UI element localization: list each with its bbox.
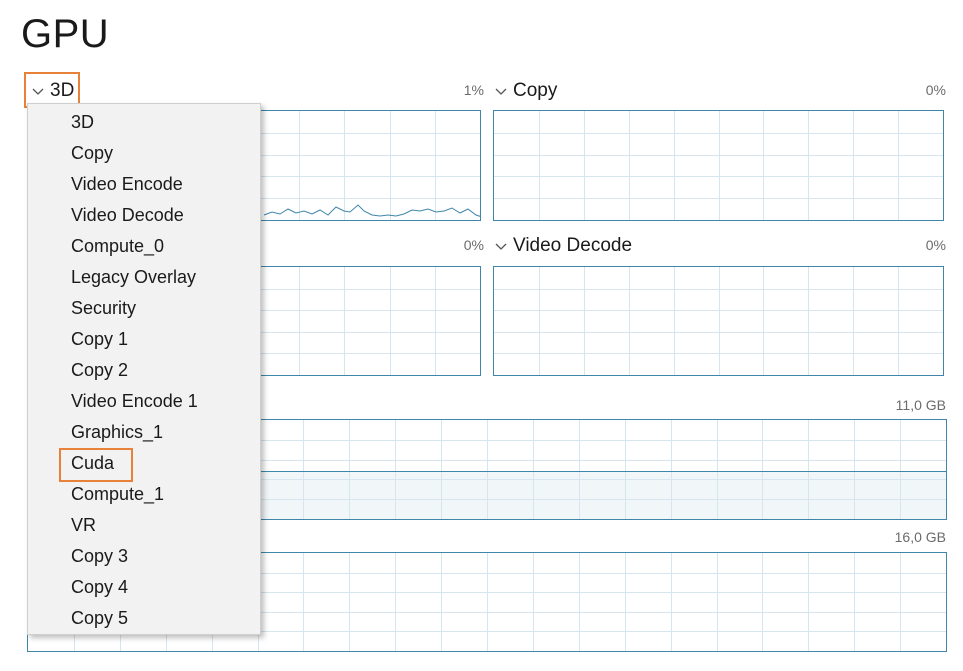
engine-percent-3d: 1%: [463, 82, 484, 98]
graph-copy: [493, 110, 944, 221]
utilization-trace: [263, 204, 480, 217]
dropdown-item-security[interactable]: Security: [28, 293, 260, 324]
dropdown-item-label: Video Decode: [71, 205, 184, 225]
chevron-down-icon: [30, 83, 46, 99]
page-title: GPU: [21, 12, 110, 56]
dropdown-item-label: Cuda: [71, 453, 115, 473]
graph-grid: [494, 111, 943, 220]
dropdown-item-label: Copy 2: [71, 360, 129, 380]
engine-selector-copy[interactable]: Copy: [493, 78, 557, 104]
dropdown-item-copy[interactable]: Copy: [28, 138, 260, 169]
dropdown-item-label: Legacy Overlay: [71, 267, 197, 287]
memory-max-shared: 16,0 GB: [894, 529, 946, 545]
dropdown-item-cuda[interactable]: Cuda: [28, 448, 260, 479]
chevron-down-icon: [493, 83, 509, 99]
dropdown-item-label: Copy 3: [71, 546, 129, 566]
dropdown-item-video-encode-1[interactable]: Video Encode 1: [28, 386, 260, 417]
graph-grid: [494, 267, 943, 375]
dropdown-item-3d[interactable]: 3D: [28, 107, 260, 138]
dropdown-item-copy-3[interactable]: Copy 3: [28, 541, 260, 572]
engine-dropdown-menu: 3D Copy Video Encode Video Decode Compute_0 L…: [27, 103, 261, 635]
dropdown-item-video-decode[interactable]: Video Decode: [28, 200, 260, 231]
dropdown-item-label: Copy: [71, 143, 114, 163]
dropdown-item-video-encode[interactable]: Video Encode: [28, 169, 260, 200]
dropdown-item-copy-4[interactable]: Copy 4: [28, 572, 260, 603]
engine-percent-third: 0%: [463, 237, 484, 253]
engine-percent-video-decode: 0%: [925, 237, 946, 253]
dropdown-item-label: Compute_0: [71, 236, 165, 256]
dropdown-item-label: Copy 5: [71, 608, 129, 628]
dropdown-item-label: 3D: [71, 112, 95, 132]
dropdown-item-label: Video Encode 1: [71, 391, 198, 411]
engine-selector-video-decode[interactable]: Video Decode: [493, 233, 632, 259]
dropdown-item-label: Compute_1: [71, 484, 165, 504]
dropdown-item-graphics-1[interactable]: Graphics_1: [28, 417, 260, 448]
memory-max-dedicated: 11,0 GB: [895, 397, 946, 413]
dropdown-item-compute-1[interactable]: Compute_1: [28, 479, 260, 510]
chevron-down-icon: [493, 238, 509, 254]
graph-video-decode: [493, 266, 944, 376]
engine-percent-copy: 0%: [925, 82, 946, 98]
dropdown-item-label: Graphics_1: [71, 422, 164, 442]
dropdown-item-label: Copy 1: [71, 329, 129, 349]
dropdown-item-copy-5[interactable]: Copy 5: [28, 603, 260, 634]
engine-label-copy: Copy: [513, 80, 558, 101]
dropdown-item-legacy-overlay[interactable]: Legacy Overlay: [28, 262, 260, 293]
dropdown-item-copy-1[interactable]: Copy 1: [28, 324, 260, 355]
engine-label-video-decode: Video Decode: [513, 235, 633, 256]
dropdown-item-label: Security: [71, 298, 137, 318]
dropdown-item-label: VR: [71, 515, 97, 535]
dropdown-item-copy-2[interactable]: Copy 2: [28, 355, 260, 386]
engine-selector-3d[interactable]: 3D: [30, 78, 74, 104]
dropdown-item-compute-0[interactable]: Compute_0: [28, 231, 260, 262]
dropdown-item-label: Video Encode: [71, 174, 183, 194]
engine-label-3d: 3D: [50, 80, 75, 101]
dropdown-item-label: Copy 4: [71, 577, 129, 597]
dropdown-item-vr[interactable]: VR: [28, 510, 260, 541]
